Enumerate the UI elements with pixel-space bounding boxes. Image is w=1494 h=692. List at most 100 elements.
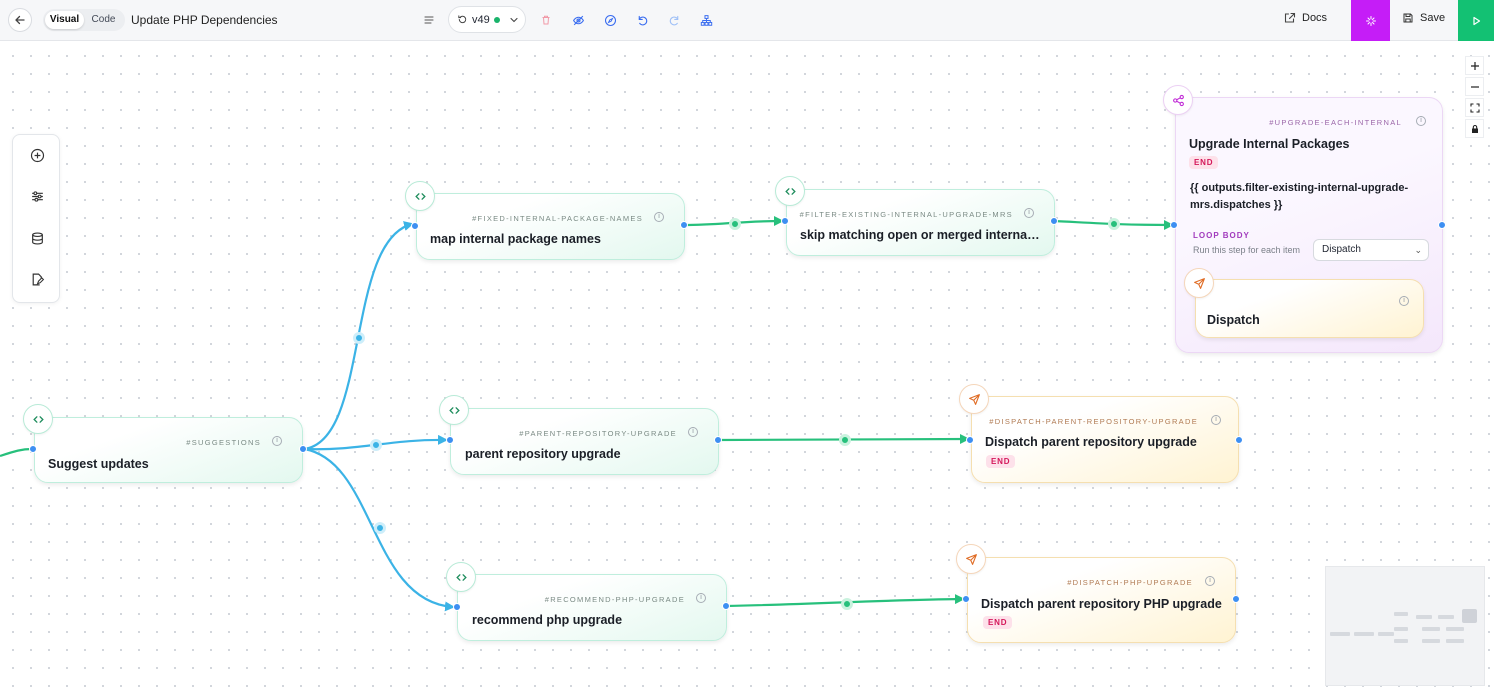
minimap-node bbox=[1446, 627, 1464, 631]
info-icon[interactable]: i bbox=[1399, 296, 1409, 306]
input-handle[interactable] bbox=[411, 222, 419, 230]
input-handle[interactable] bbox=[1170, 221, 1178, 229]
node-suggestions[interactable]: #SUGGESTIONS i Suggest updates bbox=[34, 417, 303, 483]
input-handle[interactable] bbox=[453, 603, 461, 611]
docs-label: Docs bbox=[1302, 12, 1328, 24]
trash-icon[interactable] bbox=[537, 11, 555, 29]
save-button[interactable]: Save bbox=[1402, 12, 1445, 24]
sliders-icon[interactable] bbox=[27, 186, 47, 206]
run-button[interactable] bbox=[1458, 0, 1494, 41]
info-icon[interactable]: i bbox=[654, 212, 664, 222]
lock-icon[interactable] bbox=[1465, 119, 1484, 138]
edge-midpoint bbox=[1108, 218, 1120, 230]
minimap-node bbox=[1378, 632, 1394, 636]
minimap-loop-node bbox=[1462, 609, 1477, 623]
info-icon[interactable]: i bbox=[1205, 576, 1215, 586]
minimap-node bbox=[1394, 627, 1408, 631]
node-label: Upgrade Internal Packages bbox=[1189, 137, 1350, 151]
output-handle[interactable] bbox=[1050, 217, 1058, 225]
mode-code-tab[interactable]: Code bbox=[84, 11, 123, 29]
zoom-controls bbox=[1465, 56, 1485, 140]
zoom-out-icon[interactable] bbox=[1465, 77, 1484, 96]
minimap-node bbox=[1438, 615, 1454, 619]
minimap-viewport bbox=[1326, 567, 1378, 685]
code-brackets-icon bbox=[23, 404, 53, 434]
output-handle[interactable] bbox=[299, 445, 307, 453]
chevron-down-icon: ⌄ bbox=[1414, 245, 1422, 255]
info-icon[interactable]: i bbox=[696, 593, 706, 603]
code-brackets-icon bbox=[405, 181, 435, 211]
node-recommend-php-upgrade[interactable]: #RECOMMEND-PHP-UPGRADE i recommend php u… bbox=[457, 574, 727, 641]
minimap-node bbox=[1416, 615, 1432, 619]
output-handle[interactable] bbox=[680, 221, 688, 229]
node-label: map internal package names bbox=[430, 232, 601, 246]
send-icon bbox=[956, 544, 986, 574]
back-button[interactable] bbox=[8, 8, 32, 32]
node-label: parent repository upgrade bbox=[465, 447, 621, 461]
node-label: Dispatch parent repository upgrade bbox=[985, 435, 1197, 449]
node-id: #PARENT-REPOSITORY-UPGRADE bbox=[519, 429, 677, 438]
node-label: Dispatch parent repository PHP upgrade bbox=[981, 597, 1222, 611]
loop-body-select[interactable]: Dispatch ⌄ bbox=[1313, 239, 1429, 261]
info-icon[interactable]: i bbox=[1024, 208, 1034, 218]
node-id: #SUGGESTIONS bbox=[186, 438, 261, 447]
eye-off-icon[interactable] bbox=[569, 11, 587, 29]
zoom-in-icon[interactable] bbox=[1465, 56, 1484, 75]
info-icon[interactable]: i bbox=[272, 436, 282, 446]
edge-incoming-suggestions bbox=[0, 447, 33, 458]
flow-title: Update PHP Dependencies bbox=[131, 13, 278, 27]
ai-assistant-button[interactable] bbox=[1351, 0, 1390, 41]
node-filter-existing-internal-upgrade-mrs[interactable]: #FILTER-EXISTING-INTERNAL-UPGRADE-MRS i … bbox=[786, 189, 1055, 256]
node-id: #RECOMMEND-PHP-UPGRADE bbox=[544, 595, 685, 604]
info-icon[interactable]: i bbox=[1416, 116, 1426, 126]
info-icon[interactable]: i bbox=[688, 427, 698, 437]
output-handle[interactable] bbox=[1232, 595, 1240, 603]
flow-canvas[interactable]: #SUGGESTIONS i Suggest updates #FIXED-IN… bbox=[0, 41, 1494, 692]
node-label: skip matching open or merged internal p… bbox=[800, 228, 1040, 242]
docs-button[interactable]: Docs bbox=[1284, 12, 1327, 24]
plus-circle-icon[interactable] bbox=[27, 145, 47, 165]
share-icon bbox=[1163, 85, 1193, 115]
fit-view-icon[interactable] bbox=[1465, 98, 1484, 117]
node-dispatch-parent-repository-upgrade[interactable]: #DISPATCH-PARENT-REPOSITORY-UPGRADE i Di… bbox=[971, 396, 1239, 483]
input-handle[interactable] bbox=[962, 595, 970, 603]
database-icon[interactable] bbox=[27, 228, 47, 248]
info-icon[interactable]: i bbox=[1211, 415, 1221, 425]
node-parent-repository-upgrade[interactable]: #PARENT-REPOSITORY-UPGRADE i parent repo… bbox=[450, 408, 719, 475]
top-toolbar: Visual Code Update PHP Dependencies v49 … bbox=[0, 0, 1494, 41]
node-label: Dispatch bbox=[1207, 313, 1260, 327]
node-id: #UPGRADE-EACH-INTERNAL bbox=[1269, 118, 1402, 127]
file-edit-icon[interactable] bbox=[27, 269, 47, 289]
send-icon bbox=[1184, 268, 1214, 298]
node-label: recommend php upgrade bbox=[472, 613, 623, 627]
node-dispatch-php-upgrade[interactable]: #DISPATCH-PHP-UPGRADE i Dispatch parent … bbox=[967, 557, 1236, 643]
edge-midpoint bbox=[374, 522, 386, 534]
undo-icon[interactable] bbox=[633, 11, 651, 29]
code-brackets-icon bbox=[446, 562, 476, 592]
mode-visual-tab[interactable]: Visual bbox=[45, 11, 84, 29]
input-handle[interactable] bbox=[29, 445, 37, 453]
output-handle[interactable] bbox=[1438, 221, 1446, 229]
output-handle[interactable] bbox=[1235, 436, 1243, 444]
menu-lines-icon[interactable] bbox=[420, 11, 438, 29]
node-fixed-internal-package-names[interactable]: #FIXED-INTERNAL-PACKAGE-NAMES i map inte… bbox=[416, 193, 685, 260]
input-handle[interactable] bbox=[446, 436, 454, 444]
loop-body-description: Run this step for each item bbox=[1193, 245, 1301, 255]
minimap[interactable] bbox=[1325, 566, 1485, 686]
chevron-down-icon bbox=[510, 17, 518, 22]
edge-midpoint bbox=[841, 598, 853, 610]
output-handle[interactable] bbox=[714, 436, 722, 444]
version-label: v49 bbox=[472, 13, 490, 26]
node-dispatch-inner[interactable]: i Dispatch bbox=[1195, 279, 1424, 338]
edge-midpoint bbox=[839, 434, 851, 446]
edge-midpoint bbox=[353, 332, 365, 344]
input-handle[interactable] bbox=[781, 217, 789, 225]
compass-icon[interactable] bbox=[601, 11, 619, 29]
input-handle[interactable] bbox=[966, 436, 974, 444]
output-handle[interactable] bbox=[722, 602, 730, 610]
redo-icon[interactable] bbox=[665, 11, 683, 29]
version-selector[interactable]: v49 bbox=[448, 6, 526, 33]
tree-layout-icon[interactable] bbox=[697, 11, 715, 29]
node-id: #FIXED-INTERNAL-PACKAGE-NAMES bbox=[472, 214, 643, 223]
end-badge: END bbox=[983, 616, 1013, 629]
